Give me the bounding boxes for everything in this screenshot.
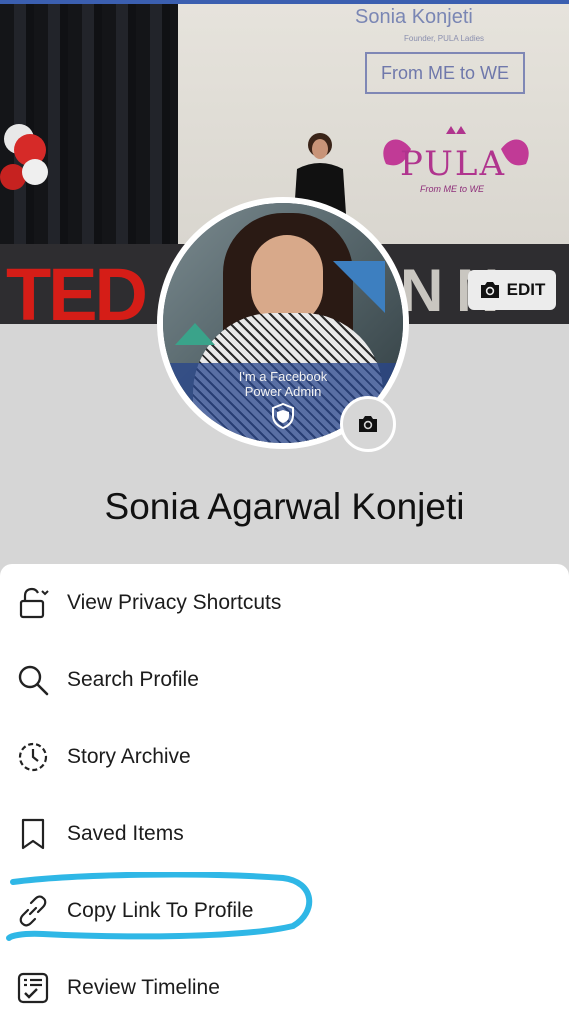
- menu-item-label: Search Profile: [67, 667, 199, 691]
- menu-item-label: Saved Items: [67, 821, 184, 845]
- shield-icon: [272, 403, 294, 429]
- camera-icon: [359, 416, 377, 432]
- balloon: [22, 159, 48, 185]
- frame-triangle: [175, 323, 215, 345]
- edit-cover-button[interactable]: EDIT: [468, 270, 556, 310]
- cover-screen-box: From ME to WE: [365, 52, 525, 94]
- menu-item-label: View Privacy Shortcuts: [67, 590, 282, 614]
- clock-archive-icon: [16, 740, 50, 774]
- cover-screen-name: Sonia Konjeti: [355, 6, 473, 28]
- menu-item-view-privacy-shortcuts[interactable]: View Privacy Shortcuts: [0, 564, 569, 641]
- menu-item-search-profile[interactable]: Search Profile: [0, 641, 569, 718]
- profile-name: Sonia Agarwal Konjeti: [104, 486, 465, 527]
- admin-frame-text: I'm a Facebook Power Admin: [238, 369, 328, 399]
- menu-item-label: Review Timeline: [67, 975, 220, 999]
- cover-logo-text: PULA: [400, 144, 507, 184]
- menu-item-label: Story Archive: [67, 744, 191, 768]
- menu-item-saved-items[interactable]: Saved Items: [0, 795, 569, 872]
- ted-stage-letters: TED: [6, 253, 148, 324]
- change-profile-photo-button[interactable]: [340, 396, 396, 452]
- cover-screen-subtitle: Founder, PULA Ladies: [404, 34, 485, 43]
- lock-icon: [16, 586, 50, 620]
- menu-item-story-archive[interactable]: Story Archive: [0, 718, 569, 795]
- cover-logo-tagline: From ME to WE: [420, 184, 485, 194]
- edit-label: EDIT: [506, 280, 546, 299]
- profile-options-sheet: View Privacy Shortcuts Search Profile St…: [0, 564, 569, 1024]
- bookmark-icon: [16, 817, 50, 851]
- review-list-icon: [16, 971, 50, 1005]
- search-icon: [16, 663, 50, 697]
- camera-icon: [480, 282, 499, 298]
- highlight-annotation: [6, 872, 313, 941]
- frame-triangle: [333, 261, 385, 313]
- menu-item-review-timeline[interactable]: Review Timeline: [0, 949, 569, 1024]
